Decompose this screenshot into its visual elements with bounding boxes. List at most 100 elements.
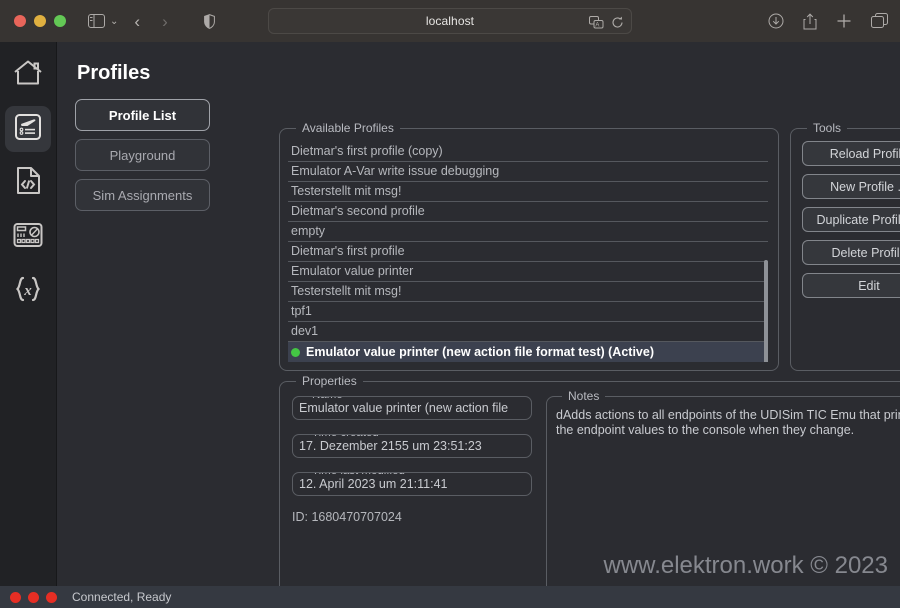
view-tabs: Profile List Playground Sim Assignments [75,99,218,211]
status-indicator-3 [46,591,57,603]
list-item[interactable]: dev1 [288,322,768,342]
zoom-window-button[interactable] [54,15,66,27]
time-last-modified-field: Time last modified 12. April 2023 um 21:… [292,472,532,496]
list-item[interactable]: Dietmar's second profile [288,202,768,222]
nav-item-home[interactable] [5,52,51,98]
active-status-dot [291,347,300,357]
svg-text:A: A [595,22,599,28]
name-field-legend: Name [307,397,348,401]
list-item[interactable]: Emulator A-Var write issue debugging [288,162,768,182]
tab-sim-assignments-label: Sim Assignments [92,187,193,203]
available-profiles-legend: Available Profiles [296,121,400,135]
address-bar[interactable]: localhost A [268,8,632,34]
status-indicator-2 [28,591,39,603]
downloads-icon[interactable] [768,13,784,29]
list-item-label: Dietmar's first profile [291,244,405,258]
nav-item-panel[interactable] [5,214,51,260]
properties-legend: Properties [296,374,363,388]
duplicate-profile-label: Duplicate Profile ... [816,212,900,227]
new-profile-label: New Profile ... [830,179,900,194]
reload-icon[interactable] [611,16,624,29]
notes-text: dAdds actions to all endpoints of the UD… [556,408,900,437]
close-window-button[interactable] [14,15,26,27]
translate-icon[interactable]: A [589,15,604,29]
tab-profile-list[interactable]: Profile List [75,99,210,131]
duplicate-profile-button[interactable]: Duplicate Profile ... [802,207,900,232]
reload-profile-label: Reload Profile [829,146,900,161]
list-item-label: Emulator value printer (new action file … [306,344,654,359]
profile-id: ID: 1680470707024 [292,510,402,524]
status-text: Connected, Ready [72,590,172,604]
sidebar-toggle-icon[interactable] [88,14,105,28]
properties-fields: Name Emulator value printer (new action … [292,396,532,608]
share-icon[interactable] [803,12,817,30]
reload-profile-button[interactable]: Reload Profile [802,141,900,166]
privacy-shield-icon[interactable] [203,13,215,29]
list-item[interactable]: Dietmar's first profile (copy) [288,142,768,162]
svg-text:x: x [23,283,32,299]
browser-toolbar: ⌄ ‹ › localhost A [0,0,900,42]
list-item[interactable]: Testerstellt mit msg! [288,182,768,202]
notes-legend: Notes [562,389,606,403]
url-text: localhost [425,14,475,28]
tools-panel: Tools Reload Profile New Profile ... Dup… [790,121,900,371]
back-chevron-icon[interactable]: ‹ [134,13,140,30]
profile-list[interactable]: Dietmar's first profile (copy) Emulator … [288,142,768,362]
available-profiles-panel: Available Profiles Dietmar's first profi… [279,121,779,371]
list-item[interactable]: tpf1 [288,302,768,322]
list-item[interactable]: empty [288,222,768,242]
list-item-label: empty [291,224,326,238]
delete-profile-label: Delete Profile [831,245,900,260]
minimize-window-button[interactable] [34,15,46,27]
left-navigation-rail: x [0,42,57,608]
app-window: x Profiles Profile List Playground Sim A… [0,42,900,608]
home-icon [13,59,43,91]
notes-panel[interactable]: Notes dAdds actions to all endpoints of … [546,389,900,608]
page-title: Profiles [77,62,151,84]
tab-playground[interactable]: Playground [75,139,210,171]
window-traffic-lights [14,15,66,27]
tab-profile-list-label: Profile List [108,107,177,123]
properties-panel: Properties Name Emulator value printer (… [279,374,900,608]
list-item[interactable]: Dietmar's first profile [288,242,768,262]
time-created-field: Time created 17. Dezember 2155 um 23:51:… [292,434,532,458]
chevron-down-icon[interactable]: ⌄ [110,16,118,27]
time-last-modified-legend: Time last modified [307,473,410,477]
edit-label: Edit [858,278,880,293]
time-created-value: 17. Dezember 2155 um 23:51:23 [299,439,482,453]
status-indicator-1 [10,591,21,603]
plus-icon[interactable] [836,13,852,29]
profile-list-scrollbar[interactable] [764,260,768,362]
name-field[interactable]: Name Emulator value printer (new action … [292,396,532,420]
time-last-modified-value: 12. April 2023 um 21:11:41 [299,477,448,491]
list-item-label: Dietmar's second profile [291,204,425,218]
new-profile-button[interactable]: New Profile ... [802,174,900,199]
nav-item-profiles[interactable] [5,106,51,152]
delete-profile-button[interactable]: Delete Profile [802,240,900,265]
flight-checklist-icon [14,113,42,146]
forward-chevron-icon[interactable]: › [162,13,168,30]
list-item-label: dev1 [291,324,319,338]
nav-item-variables[interactable]: x [5,268,51,314]
list-item-label: Testerstellt mit msg! [291,184,402,198]
status-bar: Connected, Ready [0,586,900,608]
list-item-label: Dietmar's first profile (copy) [291,144,443,158]
tab-overview-icon[interactable] [871,13,888,29]
code-file-icon [15,166,42,200]
list-item-active[interactable]: Emulator value printer (new action file … [288,342,766,362]
list-item[interactable]: Testerstellt mit msg! [288,282,768,302]
curly-x-icon: x [13,275,43,308]
nav-item-code[interactable] [5,160,51,206]
edit-button[interactable]: Edit [802,273,900,298]
tab-sim-assignments[interactable]: Sim Assignments [75,179,210,211]
control-panel-icon [13,222,43,253]
list-item[interactable]: Emulator value printer [288,262,768,282]
name-field-value: Emulator value printer (new action file [299,401,509,415]
list-item-label: Emulator A-Var write issue debugging [291,164,500,178]
time-created-legend: Time created [307,435,384,439]
tab-playground-label: Playground [109,147,176,163]
toolbar-right-actions [768,0,888,42]
list-item-label: Emulator value printer [291,264,414,278]
main-content: Profiles Profile List Playground Sim Ass… [57,42,900,608]
list-item-label: Testerstellt mit msg! [291,284,402,298]
